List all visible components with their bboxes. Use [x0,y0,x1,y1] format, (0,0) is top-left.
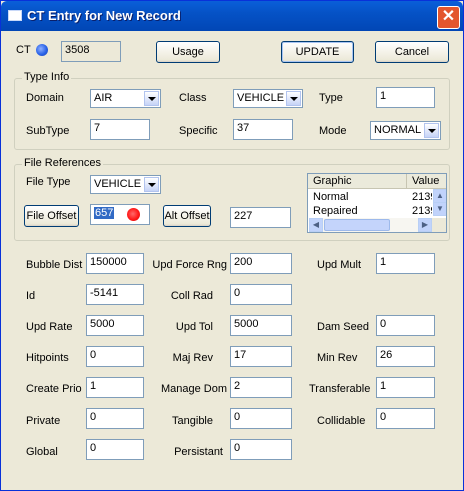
upd-rate-field[interactable]: 5000 [86,315,144,336]
file-type-select[interactable]: VEHICLE [90,175,161,194]
private-field[interactable]: 0 [86,408,144,429]
maj-rev-field[interactable]: 17 [230,346,292,367]
domain-label: Domain [26,92,64,104]
list-item-value: 2139 [412,205,432,217]
window-icon [8,10,22,21]
scroll-left-icon[interactable]: ◀ [309,218,323,232]
file-references-legend: File References [22,157,104,169]
create-prio-field[interactable]: 1 [86,377,144,398]
ct-value-field: 3508 [61,41,121,62]
private-label: Private [26,415,61,427]
min-rev-field[interactable]: 26 [376,346,435,367]
graphic-listview[interactable]: Graphic Value Normal 2139 Repaired 2139 … [307,173,447,233]
file-offset-button[interactable]: File Offset [24,205,79,227]
window-title: CT Entry for New Record [27,8,181,23]
mode-select[interactable]: NORMAL [370,121,441,140]
file-offset-value: 657 [94,207,115,219]
class-label: Class [179,92,207,104]
upd-mult-label: Upd Mult [317,259,362,271]
list-item[interactable]: Normal [313,191,403,204]
manage-dom-field[interactable]: 2 [230,377,292,398]
scroll-down-icon[interactable]: ▼ [433,202,446,216]
update-button[interactable]: UPDATE [281,41,354,63]
cancel-button[interactable]: Cancel [375,41,449,63]
collidable-label: Collidable [317,415,366,427]
ct-entry-dialog: CT Entry for New Record ✕ CT 3508 Usage … [0,0,464,491]
type-info-legend: Type Info [22,71,72,83]
global-field[interactable]: 0 [86,439,144,460]
upd-mult-field[interactable]: 1 [376,253,435,274]
usage-button[interactable]: Usage [156,41,220,63]
offset-status-dot [127,208,140,221]
bubble-dist-field[interactable]: 150000 [86,253,144,274]
chevron-down-icon[interactable] [144,177,159,192]
domain-value: AIR [94,92,113,104]
list-item[interactable]: Repaired [313,205,403,218]
scroll-corner [432,218,446,232]
file-type-value: VEHICLE [94,178,142,190]
type-label: Type [319,92,343,104]
create-prio-label: Create Prio [26,383,82,395]
close-button[interactable]: ✕ [437,6,460,29]
ct-status-dot [36,44,48,56]
coll-rad-label: Coll Rad [170,290,213,302]
specific-label: Specific [179,125,218,137]
tangible-field[interactable]: 0 [230,408,292,429]
type-field[interactable]: 1 [376,87,435,108]
upd-tol-label: Upd Tol [175,321,213,333]
persistant-label: Persistant [174,446,223,458]
scroll-up-icon[interactable]: ▲ [433,189,446,203]
chevron-down-icon[interactable] [144,91,159,106]
subtype-label: SubType [26,125,70,137]
title-bar[interactable]: CT Entry for New Record ✕ [1,1,463,31]
global-label: Global [26,446,58,458]
file-type-label: File Type [26,176,71,188]
tangible-label: Tangible [172,415,213,427]
id-label: Id [26,290,36,302]
scroll-thumb[interactable] [324,219,390,231]
bubble-dist-label: Bubble Dist [26,259,83,271]
chevron-down-icon[interactable] [424,123,439,138]
alt-offset-field[interactable]: 227 [230,207,291,228]
dam-seed-label: Dam Seed [317,321,369,333]
list-item-value: 2139 [412,191,432,203]
specific-field[interactable]: 37 [233,119,293,140]
chevron-down-icon[interactable] [286,91,301,106]
min-rev-label: Min Rev [317,352,358,364]
column-header-value[interactable]: Value [407,174,446,189]
transferable-label: Transferable [309,383,371,395]
id-field[interactable]: -5141 [86,284,144,305]
mode-label: Mode [319,125,347,137]
class-select[interactable]: VEHICLE [233,89,303,108]
ct-label: CT [16,44,31,56]
maj-rev-label: Maj Rev [172,352,213,364]
upd-force-rng-field[interactable]: 200 [230,253,292,274]
hitpoints-label: Hitpoints [26,352,69,364]
class-value: VEHICLE [237,92,285,104]
domain-select[interactable]: AIR [90,89,161,108]
horizontal-scrollbar[interactable]: ◀ ▶ [309,218,446,232]
mode-value: NORMAL [374,124,422,136]
hitpoints-field[interactable]: 0 [86,346,144,367]
alt-offset-button[interactable]: Alt Offset [163,205,211,227]
dam-seed-field[interactable]: 0 [376,315,435,336]
transferable-field[interactable]: 1 [376,377,435,398]
upd-tol-field[interactable]: 5000 [230,315,292,336]
scroll-right-icon[interactable]: ▶ [418,218,432,232]
collidable-field[interactable]: 0 [376,408,435,429]
coll-rad-field[interactable]: 0 [230,284,292,305]
upd-rate-label: Upd Rate [26,321,73,333]
manage-dom-label: Manage Dom [160,383,227,395]
column-header-graphic[interactable]: Graphic [308,174,407,189]
upd-force-rng-label: Upd Force Rng [152,259,227,271]
subtype-field[interactable]: 7 [90,119,150,140]
file-offset-field[interactable]: 657 [90,204,150,225]
persistant-field[interactable]: 0 [230,439,292,460]
